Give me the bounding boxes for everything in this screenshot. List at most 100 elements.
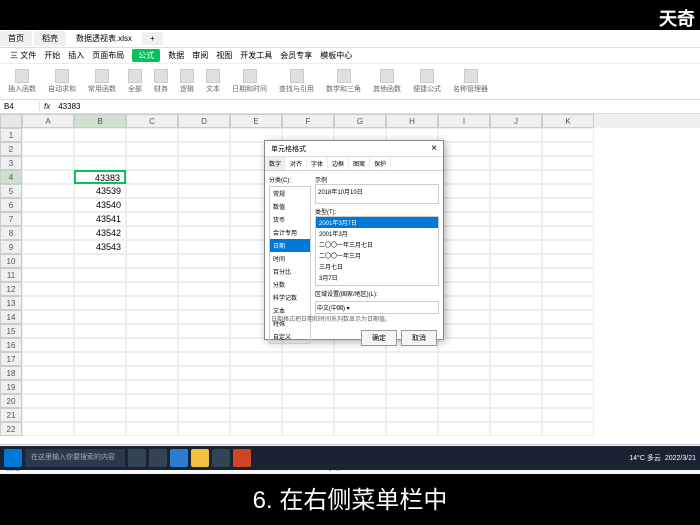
cell[interactable] [542,226,594,240]
cell[interactable]: 43543 [74,240,126,254]
cell[interactable] [230,380,282,394]
cell[interactable] [490,198,542,212]
cell[interactable] [178,170,230,184]
cell[interactable] [178,268,230,282]
cell[interactable] [542,184,594,198]
col-c[interactable]: C [126,114,178,128]
cell[interactable] [438,408,490,422]
cell[interactable] [334,394,386,408]
name-box[interactable]: B4 [0,102,40,111]
cell[interactable] [74,268,126,282]
type-item[interactable]: 二〇〇一年三月 [316,250,438,261]
ribbon-date[interactable]: 日期和时间 [232,69,267,94]
cell[interactable] [126,240,178,254]
cell[interactable] [438,184,490,198]
cell[interactable] [542,422,594,436]
category-item[interactable]: 分数 [270,278,310,291]
cell[interactable] [74,408,126,422]
ribbon-quickfn[interactable]: 便捷公式 [413,69,441,94]
row-header[interactable]: 13 [0,296,22,310]
row-header[interactable]: 9 [0,240,22,254]
cell[interactable] [178,240,230,254]
cell[interactable]: 43383 [74,170,126,184]
taskbar-time[interactable]: 2022/3/21 [665,455,696,462]
cell[interactable] [74,128,126,142]
col-b[interactable]: B [74,114,126,128]
cell[interactable] [490,422,542,436]
cell[interactable] [178,324,230,338]
cell[interactable] [126,170,178,184]
row-header[interactable]: 11 [0,268,22,282]
cell[interactable]: 43542 [74,226,126,240]
cell[interactable] [22,198,74,212]
cell[interactable] [74,324,126,338]
tab-protect[interactable]: 保护 [370,157,391,170]
cell[interactable] [22,156,74,170]
cell[interactable] [74,380,126,394]
cell[interactable] [178,366,230,380]
edge-icon[interactable] [170,449,188,467]
cell[interactable] [490,212,542,226]
cell[interactable] [438,156,490,170]
tab-docs[interactable]: 稻壳 [34,31,66,46]
type-item[interactable]: 三月七日 [316,261,438,272]
cell[interactable] [126,380,178,394]
cell[interactable] [438,352,490,366]
locale-select[interactable]: 中文(中国) ▾ [315,301,439,314]
menu-view[interactable]: 视图 [216,50,232,61]
cell[interactable] [178,254,230,268]
chrome-icon[interactable] [212,449,230,467]
cell[interactable] [178,142,230,156]
tab-file[interactable]: 数据透视表.xlsx [68,31,140,46]
close-icon[interactable]: × [431,143,437,154]
cell[interactable] [438,142,490,156]
cell[interactable] [178,380,230,394]
cell[interactable]: 43541 [74,212,126,226]
cell[interactable] [542,268,594,282]
cell[interactable] [126,156,178,170]
tab-add[interactable]: + [142,32,163,45]
cell[interactable] [542,310,594,324]
cell[interactable] [334,380,386,394]
cell[interactable] [542,408,594,422]
cell[interactable] [126,142,178,156]
cell[interactable] [126,338,178,352]
menu-data[interactable]: 数据 [168,50,184,61]
cell[interactable] [490,142,542,156]
cell[interactable] [178,212,230,226]
ribbon-lookup[interactable]: 查找与引用 [279,69,314,94]
row-header[interactable]: 16 [0,338,22,352]
cell[interactable] [22,282,74,296]
cell[interactable] [74,394,126,408]
tab-pattern[interactable]: 图案 [349,157,370,170]
ribbon-math[interactable]: 数学和三角 [326,69,361,94]
cell[interactable] [74,296,126,310]
menu-file[interactable]: 三 文件 [10,50,36,61]
cell[interactable] [334,422,386,436]
menu-start[interactable]: 开始 [44,50,60,61]
cell[interactable] [126,254,178,268]
menu-member[interactable]: 会员专享 [280,50,312,61]
cell[interactable] [178,128,230,142]
cell[interactable] [126,366,178,380]
cell[interactable] [22,338,74,352]
cell[interactable] [126,184,178,198]
cell[interactable] [542,366,594,380]
cell[interactable]: 43540 [74,198,126,212]
start-icon[interactable] [4,449,22,467]
cell[interactable] [490,184,542,198]
wps-icon[interactable] [233,449,251,467]
cell[interactable] [438,282,490,296]
cell[interactable] [438,366,490,380]
cell[interactable] [438,128,490,142]
cell[interactable] [178,226,230,240]
cell[interactable] [438,324,490,338]
cell[interactable] [126,296,178,310]
cell[interactable] [230,408,282,422]
cell[interactable] [490,156,542,170]
cell[interactable] [386,394,438,408]
cell[interactable] [542,240,594,254]
row-header[interactable]: 2 [0,142,22,156]
ribbon-names[interactable]: 名称管理器 [453,69,488,94]
cell[interactable] [438,422,490,436]
